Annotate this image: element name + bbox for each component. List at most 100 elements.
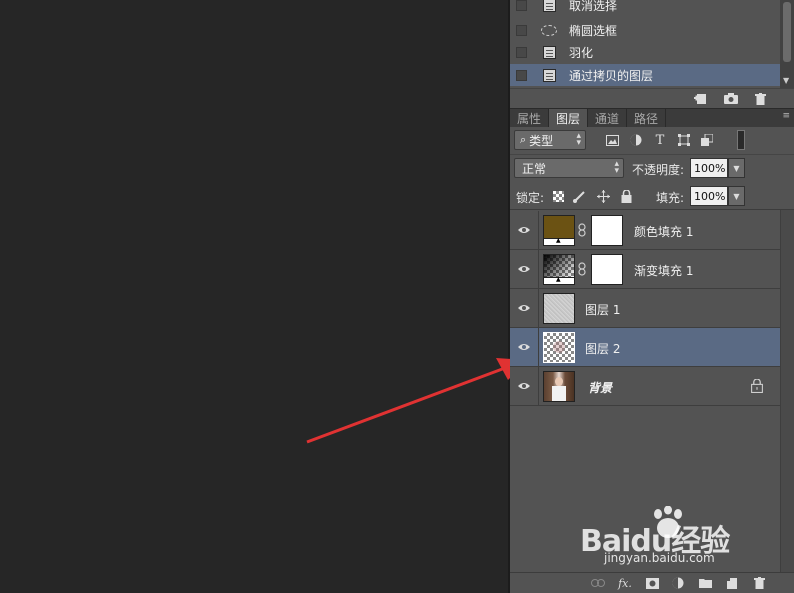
tab-layers[interactable]: 图层 <box>549 109 589 127</box>
blend-mode-select[interactable]: 正常 ▴ ▾ <box>514 158 624 178</box>
history-scrollbar[interactable]: ▼ <box>780 0 794 88</box>
color-fill-thumbnail[interactable]: ▲ <box>543 215 575 246</box>
eye-icon[interactable] <box>517 380 531 392</box>
fx-icon[interactable]: fx. <box>618 576 632 590</box>
new-layer-icon[interactable] <box>724 576 738 590</box>
trash-icon[interactable] <box>753 92 767 105</box>
select-arrows-icon: ▴ ▾ <box>576 131 581 148</box>
lock-transparent-pixels-icon[interactable] <box>553 191 564 202</box>
link-chain-icon[interactable] <box>578 223 587 237</box>
layer-mask-thumbnail[interactable] <box>591 215 623 246</box>
fill-slider-button[interactable]: ▼ <box>728 186 745 206</box>
photo-thumbnail[interactable] <box>543 371 575 402</box>
shape-filter-icon[interactable] <box>676 132 692 148</box>
layer-name[interactable]: 颜色填充 1 <box>634 223 693 240</box>
layers-tab-bar: 属性 图层 通道 路径 ≡ <box>510 108 794 127</box>
fill-label: 填充: <box>656 191 685 205</box>
eye-icon[interactable] <box>517 302 531 314</box>
panel-menu-icon[interactable]: ≡ <box>782 111 790 121</box>
history-source-checkbox[interactable] <box>516 0 527 11</box>
history-item-label: 椭圆选框 <box>569 23 618 38</box>
noise-layer-thumbnail[interactable] <box>543 293 575 324</box>
search-icon: ⌕ <box>520 133 527 146</box>
history-item-selected[interactable]: 通过拷贝的图层 <box>510 64 780 86</box>
blend-mode-value: 正常 <box>522 161 547 176</box>
eye-column-divider <box>538 211 539 249</box>
right-panel: 取消选择 椭圆选框 羽化 通过拷贝的图层 ▼ 属性 图层 通道 路径 ≡ ⌕ 类… <box>510 0 794 593</box>
link-chain-icon[interactable] <box>578 262 587 276</box>
layer-name[interactable]: 图层 2 <box>585 340 620 357</box>
scrollbar-thumb[interactable] <box>783 2 791 62</box>
history-item[interactable]: 羽化 <box>510 41 780 63</box>
lock-label: 锁定: <box>516 191 545 205</box>
add-mask-icon[interactable] <box>645 576 659 590</box>
camera-snapshot-icon[interactable] <box>724 92 738 105</box>
history-footer <box>510 88 794 108</box>
layers-scrollbar[interactable] <box>780 210 794 572</box>
tab-properties[interactable]: 属性 <box>510 109 550 127</box>
lock-all-icon[interactable] <box>619 189 633 203</box>
eye-icon[interactable] <box>517 341 531 353</box>
history-item-label: 通过拷贝的图层 <box>569 68 654 83</box>
link-layers-icon[interactable] <box>591 576 605 590</box>
adjustment-filter-icon[interactable] <box>628 132 644 148</box>
eye-icon[interactable] <box>517 263 531 275</box>
opacity-slider-button[interactable]: ▼ <box>728 158 745 178</box>
opacity-label: 不透明度: <box>632 163 685 177</box>
document-canvas[interactable] <box>0 0 508 593</box>
layer-name[interactable]: 图层 1 <box>585 301 620 318</box>
eye-column-divider <box>538 289 539 327</box>
layers-footer: fx. <box>510 572 794 593</box>
image-filter-icon[interactable] <box>604 132 620 148</box>
layer-row-layer-2-selected[interactable]: 图层 2 <box>510 328 780 367</box>
filter-kind-select[interactable]: ⌕ 类型 ▴ ▾ <box>514 130 586 150</box>
lock-position-icon[interactable] <box>596 189 610 203</box>
new-document-from-state-icon[interactable] <box>693 92 707 105</box>
tab-paths[interactable]: 路径 <box>627 109 667 127</box>
adjustment-layer-icon[interactable] <box>671 576 685 590</box>
lock-image-pixels-icon[interactable] <box>572 189 586 203</box>
eye-column-divider <box>538 328 539 366</box>
watermark-url: jingyan.baidu.com <box>604 551 715 565</box>
scroll-down-icon[interactable]: ▼ <box>783 76 789 85</box>
select-arrows-icon: ▴ ▾ <box>614 159 619 176</box>
gradient-fill-thumbnail[interactable]: ▲ <box>543 254 575 285</box>
filter-toggle-switch[interactable] <box>737 130 745 150</box>
layer-filter-row: ⌕ 类型 ▴ ▾ T <box>510 127 794 155</box>
opacity-input[interactable]: 100% <box>690 158 728 178</box>
history-item-label: 羽化 <box>569 45 594 60</box>
fill-input[interactable]: 100% <box>690 186 728 206</box>
layer-row-gradient-fill[interactable]: ▲ 渐变填充 1 <box>510 250 780 289</box>
lock-icon <box>751 379 763 393</box>
layer-name[interactable]: 背景 <box>588 379 612 396</box>
history-panel: 取消选择 椭圆选框 羽化 通过拷贝的图层 <box>510 0 780 88</box>
layer-row-background[interactable]: 背景 <box>510 367 780 406</box>
delete-layer-icon[interactable] <box>752 576 766 590</box>
eye-column-divider <box>538 367 539 405</box>
layer-mask-thumbnail[interactable] <box>591 254 623 285</box>
eye-column-divider <box>538 250 539 288</box>
history-item[interactable]: 椭圆选框 <box>510 19 780 41</box>
new-group-icon[interactable] <box>698 576 712 590</box>
eye-icon[interactable] <box>517 224 531 236</box>
document-icon <box>541 0 557 12</box>
blend-row: 正常 ▴ ▾ 不透明度: 100% ▼ <box>510 155 794 182</box>
document-icon <box>541 68 557 82</box>
layer-name[interactable]: 渐变填充 1 <box>634 262 693 279</box>
smart-object-filter-icon[interactable] <box>699 132 715 148</box>
history-item-label: 取消选择 <box>569 0 618 13</box>
history-item[interactable]: 取消选择 <box>510 0 780 16</box>
transparent-layer-thumbnail[interactable] <box>543 332 575 363</box>
tab-channels[interactable]: 通道 <box>588 109 628 127</box>
layer-row-layer-1[interactable]: 图层 1 <box>510 289 780 328</box>
filter-kind-label: 类型 <box>529 133 554 148</box>
baidu-jingyan-watermark: Baidu经验 jingyan.baidu.com <box>580 506 780 570</box>
history-source-checkbox[interactable] <box>516 69 527 81</box>
text-filter-icon[interactable]: T <box>652 132 668 148</box>
layer-row-color-fill[interactable]: ▲ 颜色填充 1 <box>510 211 780 250</box>
history-source-checkbox[interactable] <box>516 46 527 58</box>
lock-row: 锁定: 填充: 100% ▼ <box>510 182 794 210</box>
document-icon <box>541 45 557 59</box>
history-source-checkbox[interactable] <box>516 24 527 36</box>
ellipse-icon <box>541 23 557 37</box>
